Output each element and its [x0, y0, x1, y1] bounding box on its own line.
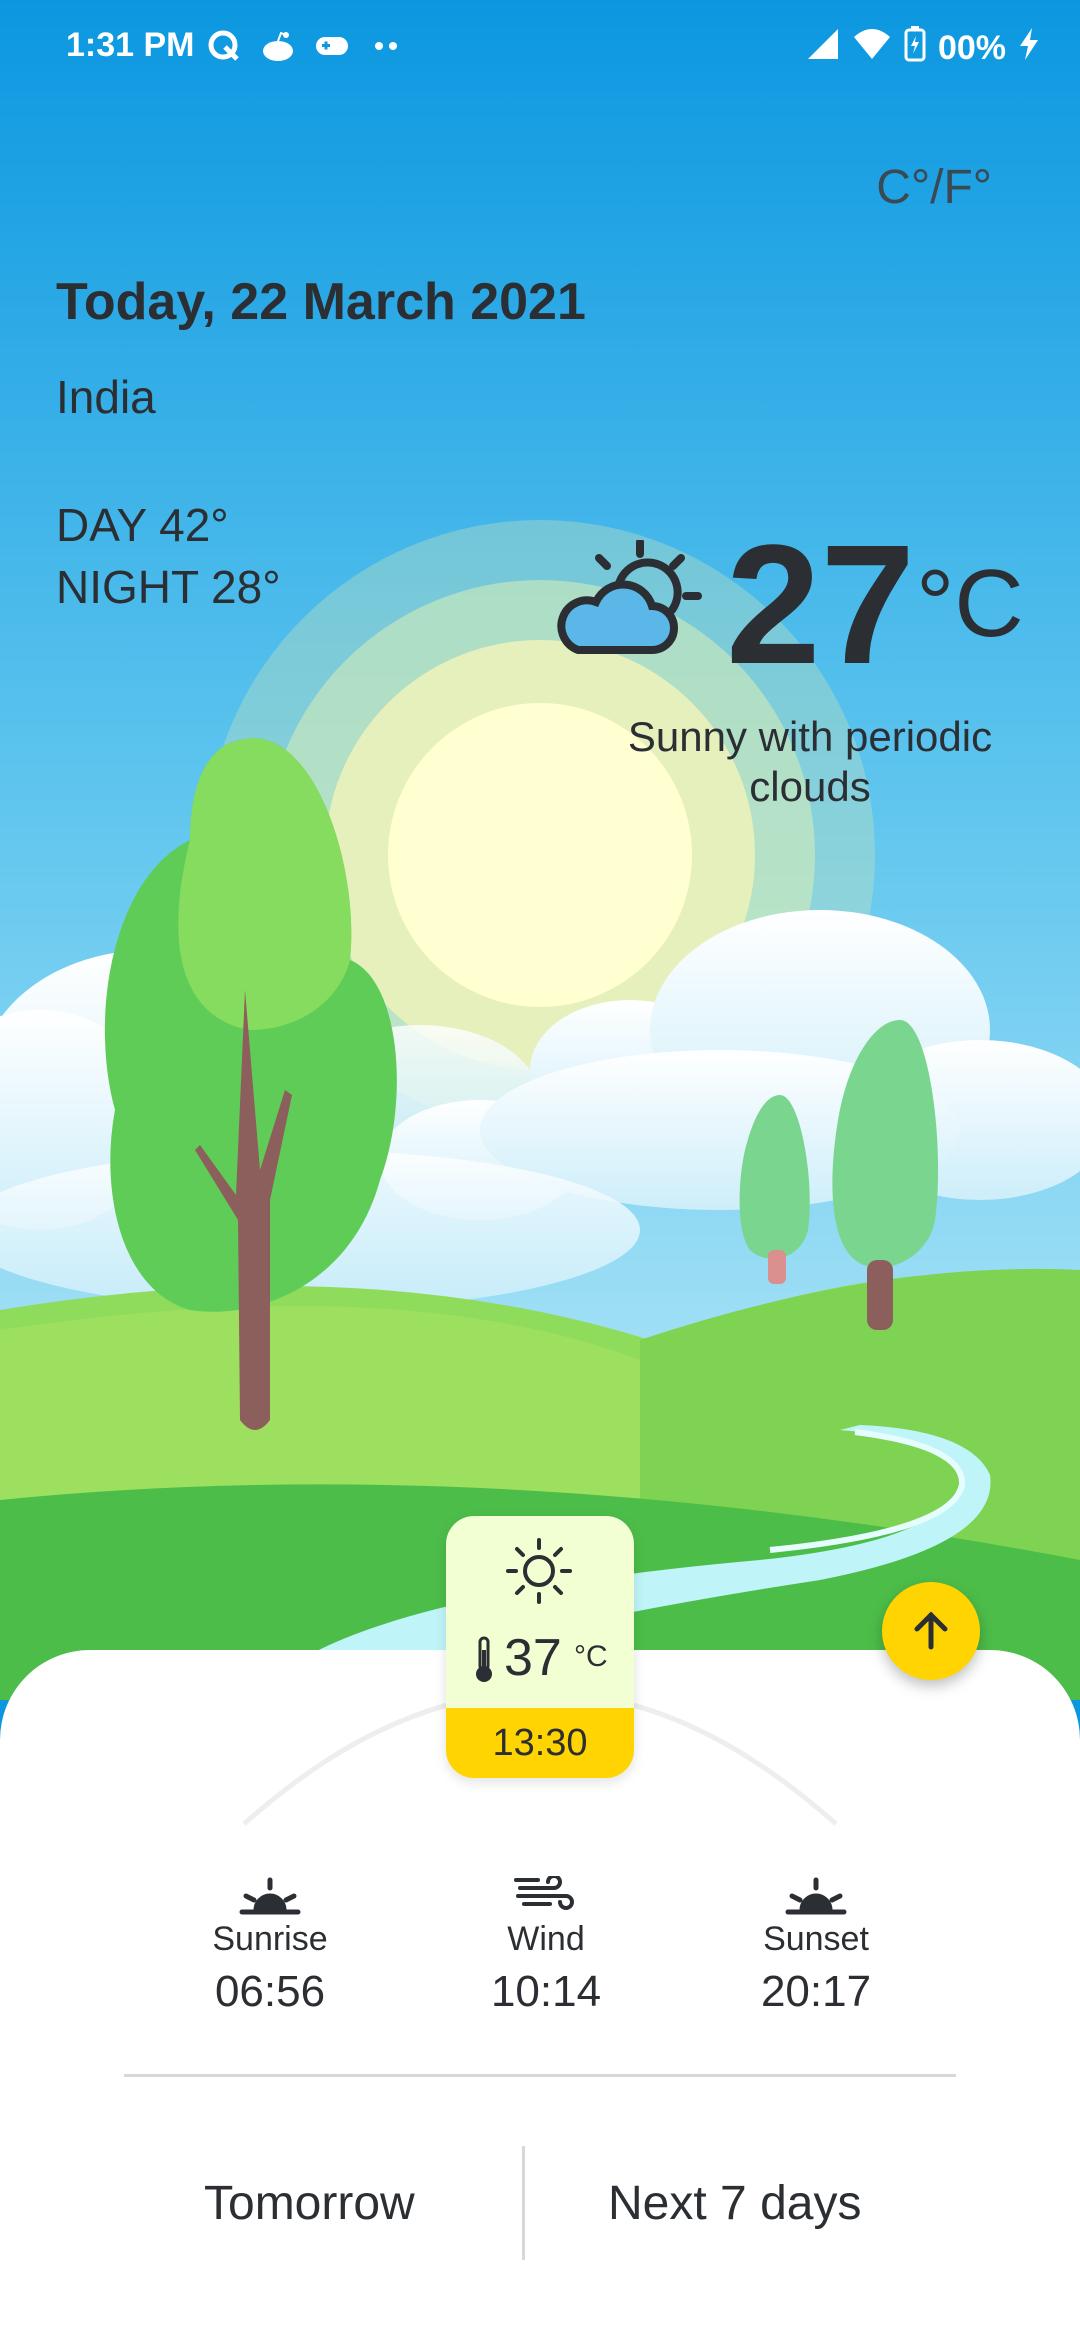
sunset-icon [785, 1877, 847, 1915]
game-controller-icon [314, 28, 350, 64]
wind-icon [514, 1876, 574, 1910]
current-temperature: 27 [726, 510, 916, 700]
tab-tomorrow[interactable]: Tomorrow [204, 2176, 415, 2231]
unit-toggle-button[interactable]: C°/F° [876, 160, 992, 215]
sunrise-icon [239, 1877, 301, 1915]
weather-condition: Sunny with periodic clouds [627, 713, 993, 810]
stat-value-sunset: 20:17 [760, 1967, 872, 2016]
status-time: 1:31 PM [66, 26, 195, 64]
thermometer-icon [476, 1636, 492, 1682]
stat-label-sunrise: Sunrise [212, 1920, 328, 1958]
hourly-forecast-card[interactable]: 37 °C 13:30 [446, 1516, 634, 1778]
hourly-temperature: 37 [504, 1629, 562, 1687]
more-dots-icon [368, 28, 404, 64]
arrow-up-icon [914, 1611, 948, 1650]
current-date: Today, 22 March 2021 [56, 273, 586, 331]
stat-value-sunrise: 06:56 [214, 1967, 326, 2016]
forecast-tabs: Tomorrow Next 7 days [0, 2146, 1080, 2262]
sun-wind-stats: Sunrise 06:56 Wind 10:14 Sunset 20:17 [0, 1876, 1080, 2046]
night-temperature: NIGHT 28° [56, 561, 281, 613]
stat-label-sunset: Sunset [763, 1920, 869, 1958]
q-app-icon [206, 28, 242, 64]
wind-stat: Wind 10:14 [436, 1876, 656, 2017]
status-bar: 1:31 PM 00% [0, 0, 1080, 96]
sun-icon [506, 1538, 572, 1604]
hourly-temperature-unit: °C [574, 1640, 608, 1673]
battery-percent: 00% [937, 29, 1006, 67]
battery-icon [904, 26, 926, 71]
notification-icons [206, 28, 404, 64]
sunrise-stat: Sunrise 06:56 [160, 1876, 380, 2017]
charging-icon [1018, 26, 1040, 71]
current-temperature-unit: °C [916, 550, 1024, 657]
stat-label-wind: Wind [507, 1920, 585, 1958]
signal-icon [806, 27, 840, 70]
stat-value-wind: 10:14 [490, 1967, 602, 2016]
section-divider [124, 2074, 956, 2077]
reddit-icon [260, 28, 296, 64]
system-icons: 00% [806, 26, 1040, 71]
location-name[interactable]: India [56, 370, 156, 424]
hourly-time: 13:30 [446, 1708, 634, 1778]
sunset-stat: Sunset 20:17 [706, 1876, 926, 2017]
day-temperature: DAY 42° [56, 499, 229, 551]
wifi-icon [852, 27, 892, 70]
partly-cloudy-icon [548, 538, 702, 669]
tab-separator [522, 2146, 525, 2260]
tab-next-7-days[interactable]: Next 7 days [608, 2176, 861, 2231]
expand-button[interactable] [882, 1582, 980, 1680]
